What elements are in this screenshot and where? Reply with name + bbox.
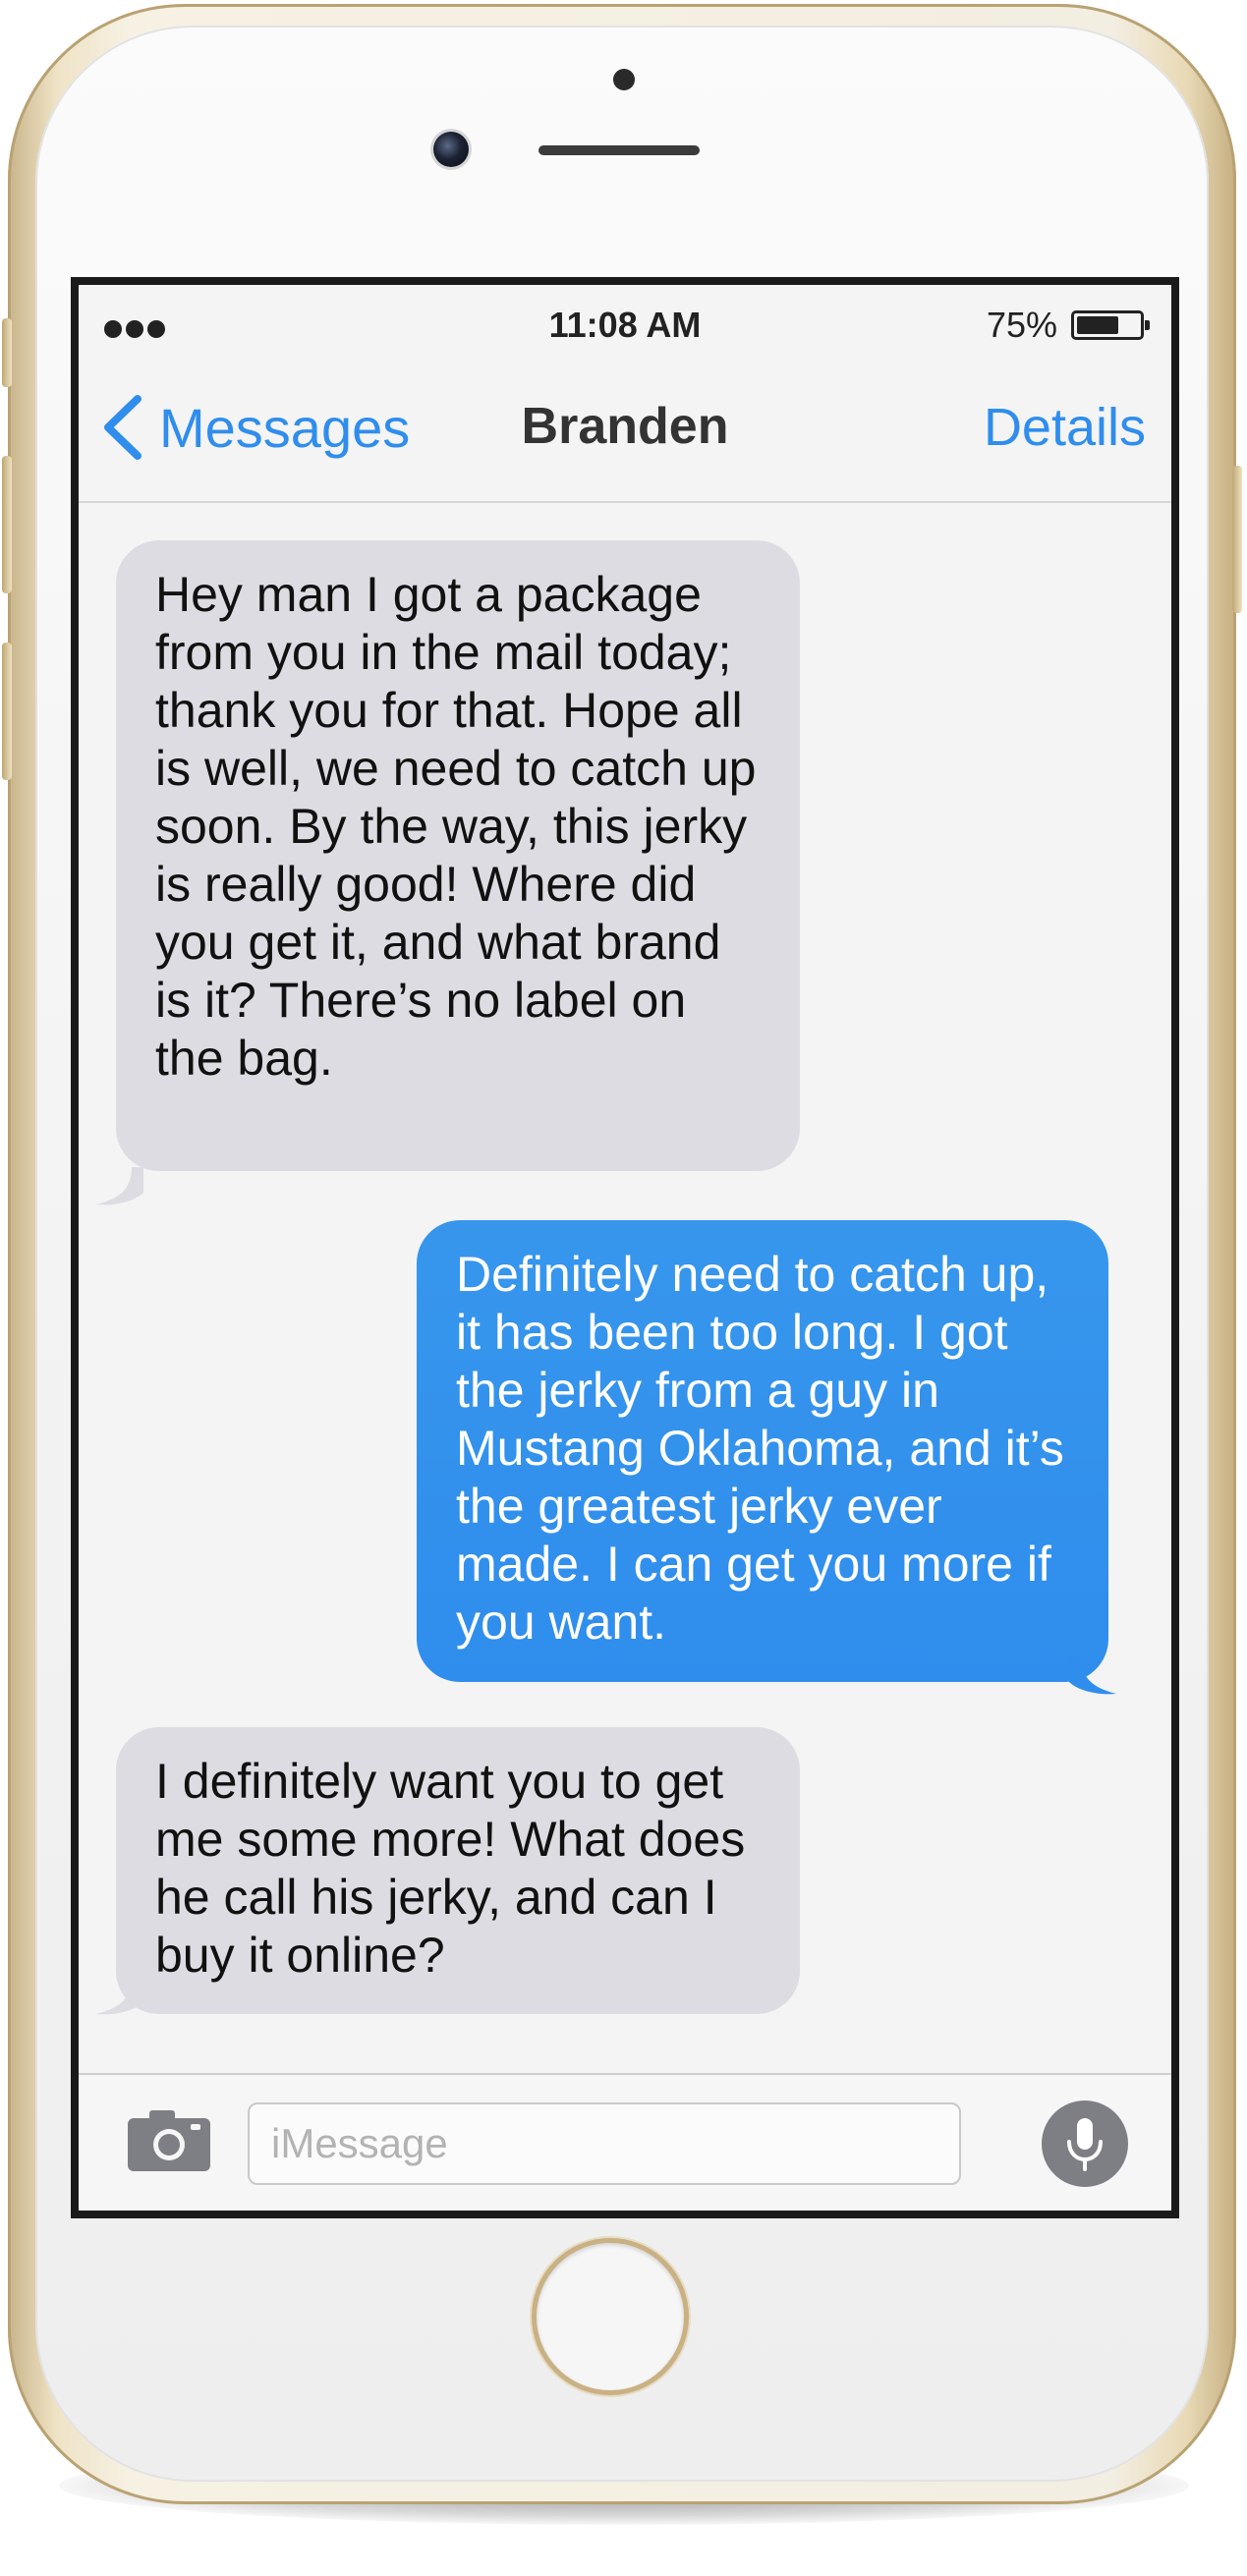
power-button — [1232, 466, 1242, 613]
proximity-sensor — [613, 69, 635, 90]
message-bubble-received[interactable]: Hey man I got a package from you in the … — [116, 540, 800, 1171]
volume-down-button — [2, 643, 12, 780]
status-bar: 11:08 AM 75% — [79, 285, 1171, 354]
message-text: I definitely want you to get me some mor… — [155, 1754, 746, 1983]
message-bubble-received[interactable]: I definitely want you to get me some mor… — [116, 1727, 800, 2014]
details-button[interactable]: Details — [984, 397, 1146, 458]
earpiece-speaker — [538, 145, 700, 155]
navigation-bar: Messages Branden Details — [79, 354, 1171, 503]
message-text: Hey man I got a package from you in the … — [155, 567, 757, 1086]
camera-icon[interactable] — [126, 2106, 212, 2173]
imessage-input[interactable] — [248, 2102, 961, 2185]
message-input-bar — [79, 2073, 1171, 2211]
volume-up-button — [2, 456, 12, 593]
contact-name: Branden — [521, 398, 729, 455]
battery-percent: 75% — [986, 305, 1057, 345]
bubble-tail — [96, 1977, 143, 2015]
bubble-tail — [96, 1167, 143, 1205]
microphone-button[interactable] — [1042, 2100, 1128, 2187]
phone-screen: 11:08 AM 75% Messages Branden Details He… — [71, 277, 1179, 2218]
message-bubble-sent[interactable]: Definitely need to catch up, it has been… — [417, 1220, 1108, 1682]
bubble-tail — [1069, 1656, 1116, 1695]
battery-icon — [1071, 310, 1150, 340]
message-text: Definitely need to catch up, it has been… — [456, 1247, 1064, 1650]
home-button[interactable] — [532, 2238, 689, 2395]
microphone-icon — [1067, 2118, 1103, 2171]
battery-fill — [1077, 316, 1118, 334]
front-camera — [433, 132, 469, 167]
mute-switch — [2, 318, 12, 387]
